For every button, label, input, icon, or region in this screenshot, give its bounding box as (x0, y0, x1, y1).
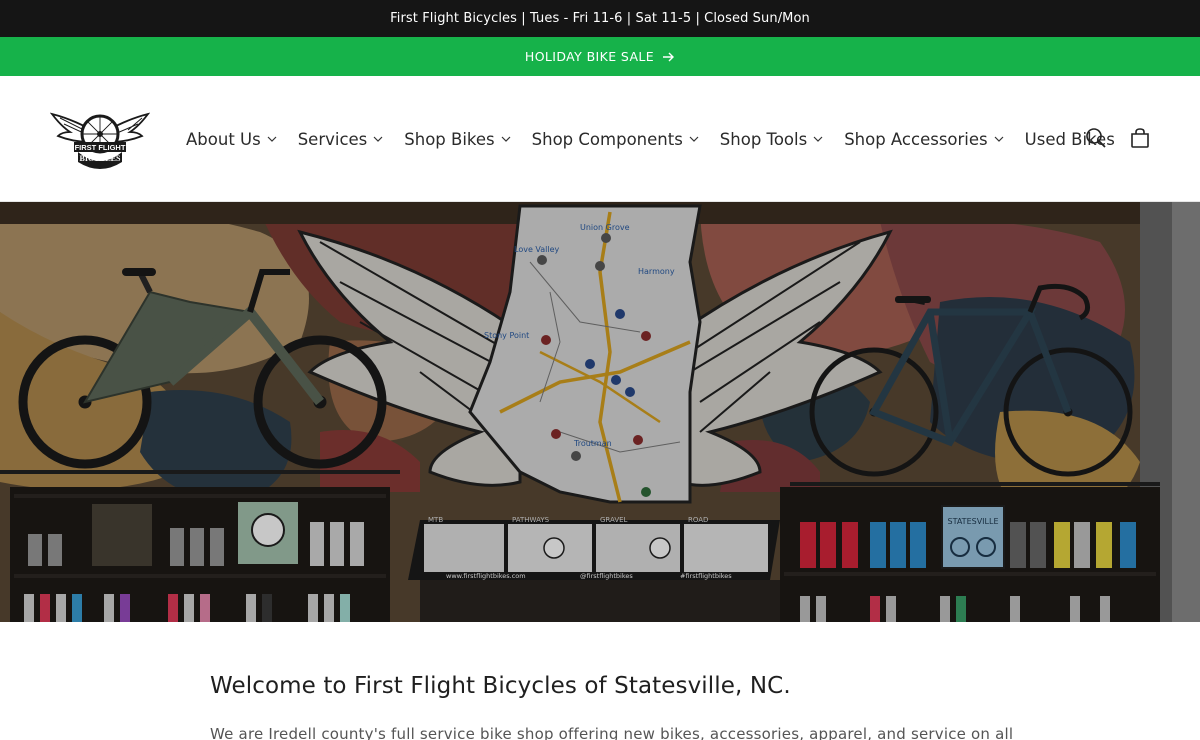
nav-item-label: Services (297, 129, 368, 149)
nav-item-about-us[interactable]: About Us (186, 130, 277, 149)
announcement-bar: First Flight Bicycles | Tues - Fri 11-6 … (0, 0, 1200, 37)
hero-image: Union Grove Love Valley Harmony Stony Po… (0, 202, 1200, 622)
chevron-down-icon (994, 136, 1004, 142)
site-logo[interactable]: FIRST FLIGHT BICYCLES (49, 104, 151, 172)
nav-item-label: Shop Bikes (404, 129, 495, 149)
nav-item-shop-components[interactable]: Shop Components (532, 130, 699, 149)
chevron-down-icon (501, 136, 511, 142)
sale-banner-label: HOLIDAY BIKE SALE (524, 49, 655, 64)
nav-item-shop-accessories[interactable]: Shop Accessories (844, 129, 1004, 149)
nav-item-label: Shop Components (531, 129, 683, 149)
chevron-down-icon (267, 136, 277, 142)
holiday-sale-banner-link[interactable]: HOLIDAY BIKE SALE (0, 37, 1200, 76)
announcement-text: First Flight Bicycles | Tues - Fri 11-6 … (390, 11, 810, 26)
logo-top-text: FIRST FLIGHT (75, 143, 126, 152)
intro-paragraph: We are Iredell county's full service bik… (210, 725, 1014, 740)
search-icon[interactable] (1084, 126, 1108, 150)
main-navigation: About Us Services Shop Bikes Shop Compon… (186, 76, 1115, 202)
page-title: Welcome to First Flight Bicycles of Stat… (210, 673, 791, 699)
nav-item-shop-bikes[interactable]: Shop Bikes (404, 129, 511, 149)
hero-illustration: Union Grove Love Valley Harmony Stony Po… (0, 202, 1200, 622)
nav-item-label: Shop Tools (719, 129, 808, 149)
chevron-down-icon (373, 136, 383, 142)
logo-bottom-text: BICYCLES (80, 154, 121, 163)
nav-item-services[interactable]: Services (298, 130, 384, 149)
nav-item-label: About Us (186, 129, 261, 149)
arrow-right-icon (663, 52, 675, 62)
nav-item-shop-tools[interactable]: Shop Tools (720, 130, 823, 149)
nav-item-label: Shop Accessories (844, 129, 988, 149)
cart-icon[interactable] (1128, 126, 1152, 150)
site-header: FIRST FLIGHT BICYCLES About Us Services … (0, 76, 1200, 202)
chevron-down-icon (813, 136, 823, 142)
chevron-down-icon (689, 136, 699, 142)
main-content: Welcome to First Flight Bicycles of Stat… (210, 622, 1014, 740)
